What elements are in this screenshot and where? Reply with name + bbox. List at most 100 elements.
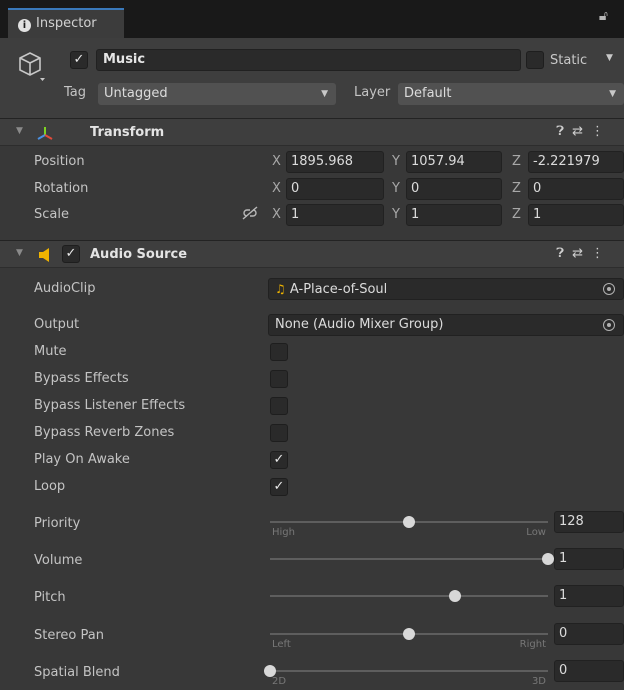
slider-handle[interactable] xyxy=(449,590,462,602)
lock-icon[interactable]: 🔓︎ xyxy=(599,8,608,24)
foldout-arrow-icon[interactable]: ▼ xyxy=(16,126,23,136)
rotation-x-field[interactable]: 0 xyxy=(286,178,384,200)
chevron-down-icon: ▼ xyxy=(609,89,616,99)
audio-clip-icon: ♫ xyxy=(275,282,286,296)
gameobject-cube-icon xyxy=(19,52,45,81)
object-picker-icon[interactable] xyxy=(603,319,615,331)
axis-z-label: Z xyxy=(512,154,521,169)
object-picker-icon[interactable] xyxy=(603,283,615,295)
slider-min-label: High xyxy=(272,527,295,538)
toggle-label: Bypass Listener Effects xyxy=(34,398,186,413)
tab-bar: i Inspector 🔓︎ xyxy=(0,0,624,38)
scale-y-field[interactable]: 1 xyxy=(406,204,502,226)
toggle-label: Mute xyxy=(34,344,67,359)
object-name-field[interactable]: Music xyxy=(96,49,521,71)
axis-y-label: Y xyxy=(392,181,400,196)
audioclip-value: A-Place-of-Soul xyxy=(289,282,388,297)
audioclip-label: AudioClip xyxy=(34,281,96,296)
object-active-checkbox[interactable]: ✓ xyxy=(70,51,88,69)
slider-track[interactable] xyxy=(264,665,548,677)
rotation-y-field[interactable]: 0 xyxy=(406,178,502,200)
slider-track[interactable] xyxy=(270,590,548,602)
chevron-down-icon: ▼ xyxy=(321,89,328,99)
axis-x-label: X xyxy=(272,154,281,169)
slider-value-field[interactable]: 0 xyxy=(554,660,624,682)
toggle-checkbox[interactable]: ✓ xyxy=(270,478,288,496)
slider-max-label: Low xyxy=(526,527,546,538)
scale-x-field[interactable]: 1 xyxy=(286,204,384,226)
slider-label: Pitch xyxy=(34,590,66,605)
info-icon: i xyxy=(18,19,31,32)
slider-value-field[interactable]: 0 xyxy=(554,623,624,645)
slider-handle[interactable] xyxy=(403,628,415,640)
toggle-checkbox[interactable] xyxy=(270,370,288,388)
axis-x-label: X xyxy=(272,181,281,196)
slider-label: Stereo Pan xyxy=(34,628,104,643)
slider-label: Spatial Blend xyxy=(34,665,120,680)
slider-label: Priority xyxy=(34,516,81,531)
tag-dropdown[interactable]: Untagged ▼ xyxy=(98,83,336,105)
position-label: Position xyxy=(34,154,85,169)
slider-handle[interactable] xyxy=(542,553,554,565)
transform-title: Transform xyxy=(90,125,165,140)
toggle-checkbox[interactable] xyxy=(270,424,288,442)
slider-min-label: 2D xyxy=(272,676,287,687)
position-y-field[interactable]: 1057.94 xyxy=(406,151,502,173)
constrain-proportions-icon[interactable] xyxy=(242,206,258,220)
audioclip-field[interactable]: ♫ A-Place-of-Soul xyxy=(268,278,624,300)
slider-value-field[interactable]: 1 xyxy=(554,548,624,570)
toggle-checkbox[interactable] xyxy=(270,397,288,415)
component-menu-icons[interactable]: ❓︎⇄⋮ xyxy=(556,124,612,139)
rotation-z-field[interactable]: 0 xyxy=(528,178,624,200)
more-menu-icon: ⋮ xyxy=(591,124,612,139)
position-z-field[interactable]: -2.221979 xyxy=(528,151,624,173)
position-x-field[interactable]: 1895.968 xyxy=(286,151,384,173)
preset-icon: ⇄ xyxy=(572,124,591,139)
rotation-label: Rotation xyxy=(34,181,89,196)
more-menu-icon: ⋮ xyxy=(591,246,612,261)
audio-source-header[interactable]: ▼ ✓ Audio Source ❓︎⇄⋮ xyxy=(0,240,624,268)
layer-value: Default xyxy=(404,86,452,101)
component-menu-icons[interactable]: ❓︎⇄⋮ xyxy=(556,246,612,261)
slider-max-label: Right xyxy=(519,639,546,650)
layer-dropdown[interactable]: Default ▼ xyxy=(398,83,624,105)
output-value: None (Audio Mixer Group) xyxy=(275,317,444,332)
slider-label: Volume xyxy=(34,553,83,568)
toggle-label: Bypass Reverb Zones xyxy=(34,425,175,440)
axis-y-label: Y xyxy=(392,207,400,222)
toggle-label: Loop xyxy=(34,479,66,494)
transform-axis-icon xyxy=(37,127,53,140)
tag-value: Untagged xyxy=(104,86,168,101)
audio-source-enabled-checkbox[interactable]: ✓ xyxy=(62,245,80,263)
toggle-label: Bypass Effects xyxy=(34,371,129,386)
layer-label: Layer xyxy=(354,85,391,100)
slider-track[interactable] xyxy=(270,516,548,528)
preset-icon: ⇄ xyxy=(572,246,591,261)
axis-y-label: Y xyxy=(392,154,400,169)
slider-value-field[interactable]: 128 xyxy=(554,511,624,533)
scale-label: Scale xyxy=(34,207,69,222)
static-checkbox[interactable] xyxy=(526,51,544,69)
tag-label: Tag xyxy=(64,85,87,100)
static-dropdown-icon[interactable]: ▼ xyxy=(606,53,613,63)
output-field[interactable]: None (Audio Mixer Group) xyxy=(268,314,624,336)
slider-track[interactable] xyxy=(270,553,554,565)
scale-z-field[interactable]: 1 xyxy=(528,204,624,226)
foldout-arrow-icon[interactable]: ▼ xyxy=(16,248,23,258)
tab-label: Inspector xyxy=(36,16,97,31)
toggle-label: Play On Awake xyxy=(34,452,130,467)
axis-z-label: Z xyxy=(512,181,521,196)
transform-header[interactable]: ▼ Transform ❓︎⇄⋮ xyxy=(0,118,624,146)
toggle-checkbox[interactable]: ✓ xyxy=(270,451,288,469)
slider-handle[interactable] xyxy=(403,516,415,528)
tab-inspector[interactable]: i Inspector xyxy=(8,8,124,38)
slider-max-label: 3D xyxy=(531,676,546,687)
output-label: Output xyxy=(34,317,80,332)
axis-x-label: X xyxy=(272,207,281,222)
slider-value-field[interactable]: 1 xyxy=(554,585,624,607)
toggle-checkbox[interactable] xyxy=(270,343,288,361)
audio-source-title: Audio Source xyxy=(90,247,188,262)
slider-track[interactable] xyxy=(270,628,548,640)
help-icon: ❓︎ xyxy=(556,246,573,261)
axis-z-label: Z xyxy=(512,207,521,222)
